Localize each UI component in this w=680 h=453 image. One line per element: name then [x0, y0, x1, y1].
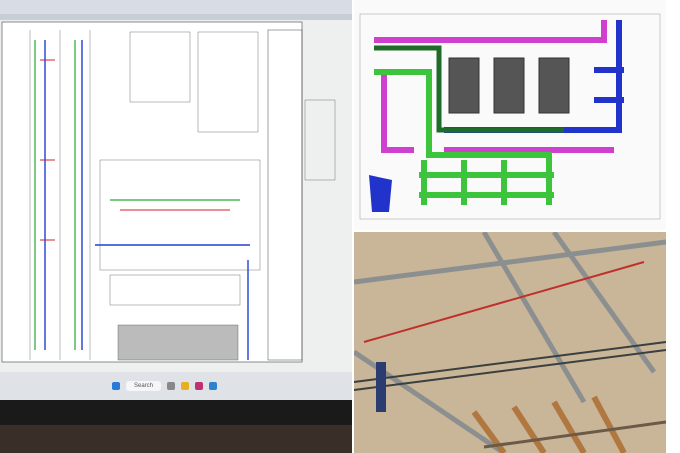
pipe-model-render: [359, 13, 661, 220]
monitor-bezel: [0, 400, 352, 425]
ceiling-ducts-image: [354, 232, 666, 453]
cad-floor-plan: [0, 0, 352, 363]
app-icon[interactable]: [167, 382, 176, 390]
start-icon[interactable]: [112, 382, 120, 390]
app-icon[interactable]: [209, 382, 218, 390]
app-icon[interactable]: [195, 382, 204, 390]
windows-taskbar: Search: [0, 372, 352, 400]
taskbar-search[interactable]: Search: [126, 381, 162, 391]
3d-pipe-model-photo: [354, 0, 666, 230]
folder-icon[interactable]: [181, 382, 190, 390]
desk-background: [0, 425, 352, 453]
ceiling-construction-photo: [354, 232, 666, 453]
cad-drawing-screen: [0, 0, 352, 372]
cad-monitor-photo: Search: [0, 0, 352, 453]
